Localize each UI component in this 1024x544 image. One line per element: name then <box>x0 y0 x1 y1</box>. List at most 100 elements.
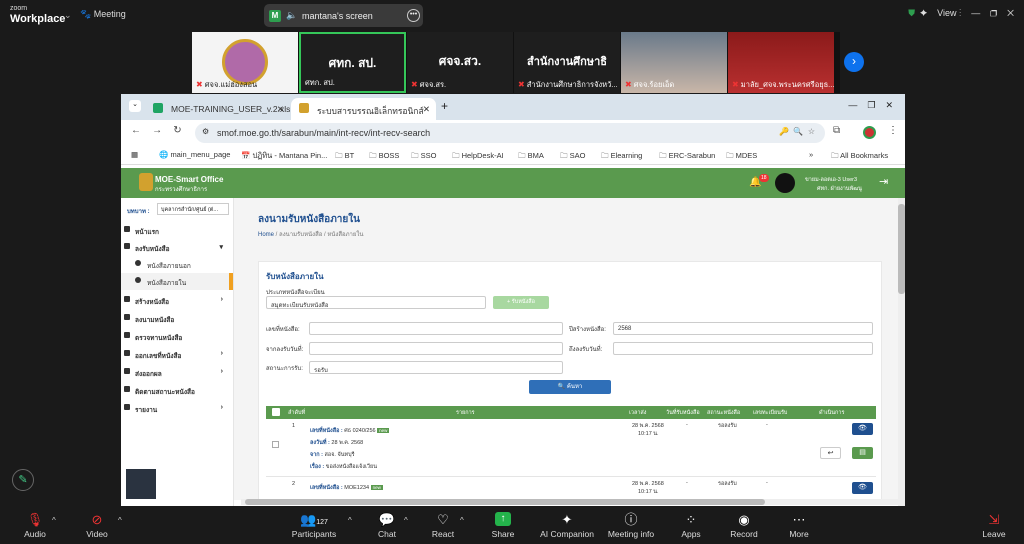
site-favicon-icon <box>299 103 309 113</box>
from-date-input[interactable] <box>309 342 563 355</box>
tab-list-icon[interactable]: ⌄ <box>129 100 141 112</box>
bookmark-item[interactable]: 🗀 BMA <box>518 150 544 163</box>
video-off-icon: ⊘ <box>91 512 103 527</box>
annotate-pen-icon[interactable]: ✎ <box>12 469 34 491</box>
bookmark-item[interactable]: 🗀 HelpDesk-AI <box>452 150 504 163</box>
sidebar-item-export[interactable]: ส่งออกผล › <box>121 364 233 381</box>
chevron-down-icon[interactable]: ⌄ <box>64 10 72 21</box>
to-date-input[interactable] <box>613 342 873 355</box>
bookmark-item[interactable]: 🗀 SSO <box>411 150 436 163</box>
extensions-icon[interactable]: ⧉ <box>833 125 840 136</box>
chevron-up-icon[interactable]: ^ <box>404 516 408 525</box>
more-bookmarks-icon[interactable]: » <box>809 150 813 159</box>
apps-button[interactable]: ⁘ Apps <box>677 510 705 539</box>
year-input[interactable]: 2568 <box>613 322 873 335</box>
return-button[interactable]: ↩ <box>820 447 841 459</box>
receive-book-button[interactable]: ▤ <box>852 447 873 459</box>
sidebar-item-report[interactable]: รายงาน › <box>121 400 233 417</box>
apps-icon: ⁘ <box>685 512 697 527</box>
sidebar-item-external[interactable]: หนังสือภายนอก <box>121 256 233 273</box>
url-input[interactable]: ⚙ smof.moe.go.th/sarabun/main/int-recv/in… <box>195 123 825 143</box>
sidebar-item-review[interactable]: ตรวจทานหนังสือ <box>121 328 233 345</box>
menu-icon[interactable]: ⋮ <box>888 125 898 136</box>
status-select[interactable]: รอรับ <box>309 361 563 374</box>
more-options-icon[interactable]: ••• <box>407 9 420 22</box>
react-button[interactable]: ♡ React <box>428 510 458 539</box>
share-button[interactable]: ↑ Share <box>488 510 518 539</box>
video-button[interactable]: ⊘ Video <box>78 510 116 539</box>
sidebar-item-number[interactable]: ออกเลขที่หนังสือ › <box>121 346 233 363</box>
breadcrumb-home[interactable]: Home <box>258 232 274 238</box>
bookmark-item[interactable]: 🗀 SAO <box>560 150 585 163</box>
docno-input[interactable] <box>309 322 563 335</box>
bookmarks-bar: ▦ 🌐 main_menu_page 📅 ปฏิทิน - Mantana Pi… <box>121 146 905 165</box>
bookmark-item[interactable]: 🗀 Elearning <box>601 150 642 163</box>
site-info-icon: ⚙ <box>202 127 210 136</box>
col-sent: เวลาส่ง <box>629 410 647 416</box>
from-date-label: จากลงรับวันที่: <box>266 347 304 353</box>
bookmark-item[interactable]: 🌐 main_menu_page <box>159 150 230 159</box>
user-avatar[interactable] <box>775 173 795 193</box>
screen-share-indicator[interactable]: M 🔈 mantana's screen ••• <box>264 4 423 27</box>
leave-button[interactable]: ⇲ Leave <box>980 510 1008 539</box>
horizontal-scrollbar[interactable] <box>241 499 898 505</box>
sidebar-item-internal[interactable]: หนังสือภายใน <box>121 273 233 290</box>
col-recv-date: วันที่รับหนังสือ <box>666 410 700 416</box>
record-icon: ◉ <box>738 512 750 527</box>
window-controls[interactable]: — ❐ ✕ <box>848 100 893 111</box>
sidebar-item-receive[interactable]: ลงรับหนังสือ ▾ <box>121 239 233 256</box>
add-receive-button[interactable]: + รับหนังสือ <box>493 296 549 309</box>
profile-avatar[interactable] <box>863 126 876 139</box>
all-bookmarks[interactable]: 🗀 All Bookmarks <box>831 150 888 163</box>
register-type-select[interactable]: สมุดทะเบียนรับหนังสือ <box>266 296 486 309</box>
view-button[interactable]: View <box>937 8 956 18</box>
chevron-up-icon[interactable]: ^ <box>118 516 122 525</box>
participant-tile-active[interactable]: ศทก. สป. ศทก. สป. <box>299 32 406 93</box>
sidebar-item-sign[interactable]: ลงนามหนังสือ <box>121 310 233 327</box>
bookmark-item[interactable]: 🗀 BT <box>335 150 354 163</box>
view-button[interactable]: 👁 <box>852 482 873 494</box>
new-tab-button[interactable]: + <box>441 99 448 113</box>
sidebar-item-create[interactable]: สร้างหนังสือ › <box>121 292 233 309</box>
row-sent: 28 พ.ค. 2568 <box>632 423 664 429</box>
participant-tile[interactable]: ✖ ศจจ.ร้อยเอ็ด <box>621 32 727 93</box>
chevron-up-icon[interactable]: ^ <box>348 516 352 525</box>
bookmark-item[interactable]: 🗀 MDES <box>726 150 757 163</box>
chevron-up-icon[interactable]: ^ <box>460 516 464 525</box>
search-button[interactable]: 🔍 ค้นหา <box>529 380 611 394</box>
participant-tile[interactable]: ✖ มาลัย_ศจจ.พระนครศรีอยุธ... <box>728 32 834 93</box>
record-button[interactable]: ◉ Record <box>728 510 760 539</box>
audio-button[interactable]: 🎙 Audio <box>16 510 54 539</box>
sidebar-item-home[interactable]: หน้าแรก <box>121 222 233 239</box>
bookmark-star-icon[interactable]: 🔑 🔍 ☆ <box>779 127 815 136</box>
heart-icon: ♡ <box>437 512 449 527</box>
logout-icon[interactable]: ⇥ <box>879 175 888 188</box>
meeting-info-button[interactable]: ⓘ Meeting info <box>605 510 657 539</box>
status-label: สถานะการรับ: <box>266 366 303 372</box>
row-no: 1 <box>292 423 296 429</box>
tab-spreadsheet[interactable]: MOE-TRAINING_USER_v.2.xlsx ✕ <box>145 98 290 120</box>
ai-companion-button[interactable]: ✦ AI Companion <box>538 510 596 539</box>
vertical-scrollbar[interactable] <box>898 198 905 506</box>
participant-tile[interactable]: ศจจ.สว. ✖ ศจจ.สร. <box>407 32 513 93</box>
nav-buttons[interactable]: ← → ↻ <box>131 125 182 136</box>
sidebar-item-tracking[interactable]: ติดตามสถานะหนังสือ <box>121 382 233 399</box>
meeting-menu[interactable]: 🐾 Meeting <box>80 9 126 20</box>
chat-button[interactable]: 💬 Chat <box>372 510 402 539</box>
bookmark-item[interactable]: 🗀 BOSS <box>369 150 399 163</box>
more-button[interactable]: ⋯ More <box>786 510 812 539</box>
role-select[interactable]: บุคลากรสำนัก/ศูนย์ (ต่... <box>157 203 229 215</box>
table-row[interactable]: 1 เลขที่หนังสือ : ศธ 0240/256 new ลงวันท… <box>266 419 876 477</box>
row-checkbox[interactable] <box>272 441 279 448</box>
participant-tile[interactable]: สำนักงานศึกษาธิ ✖ สำนักงานศึกษาธิการจังห… <box>514 32 620 93</box>
chevron-up-icon[interactable]: ^ <box>52 516 56 525</box>
view-button[interactable]: 👁 <box>852 423 873 435</box>
tab-sarabun[interactable]: ระบบสารบรรณอิเล็กทรอนิกส์ ✕ <box>291 98 436 120</box>
participant-tile[interactable]: ✖ ศจจ.แม่ฮ่องสอน <box>192 32 298 93</box>
participants-button[interactable]: 👥127 Participants <box>290 510 338 539</box>
select-all-checkbox[interactable] <box>272 408 280 416</box>
bookmark-item[interactable]: 📅 ปฏิทิน - Mantana Pin... <box>241 150 327 162</box>
next-page-button[interactable]: › <box>844 52 864 72</box>
bookmark-item[interactable]: 🗀 ERC-Sarabun <box>659 150 715 163</box>
apps-grid-icon[interactable]: ▦ <box>131 150 138 159</box>
